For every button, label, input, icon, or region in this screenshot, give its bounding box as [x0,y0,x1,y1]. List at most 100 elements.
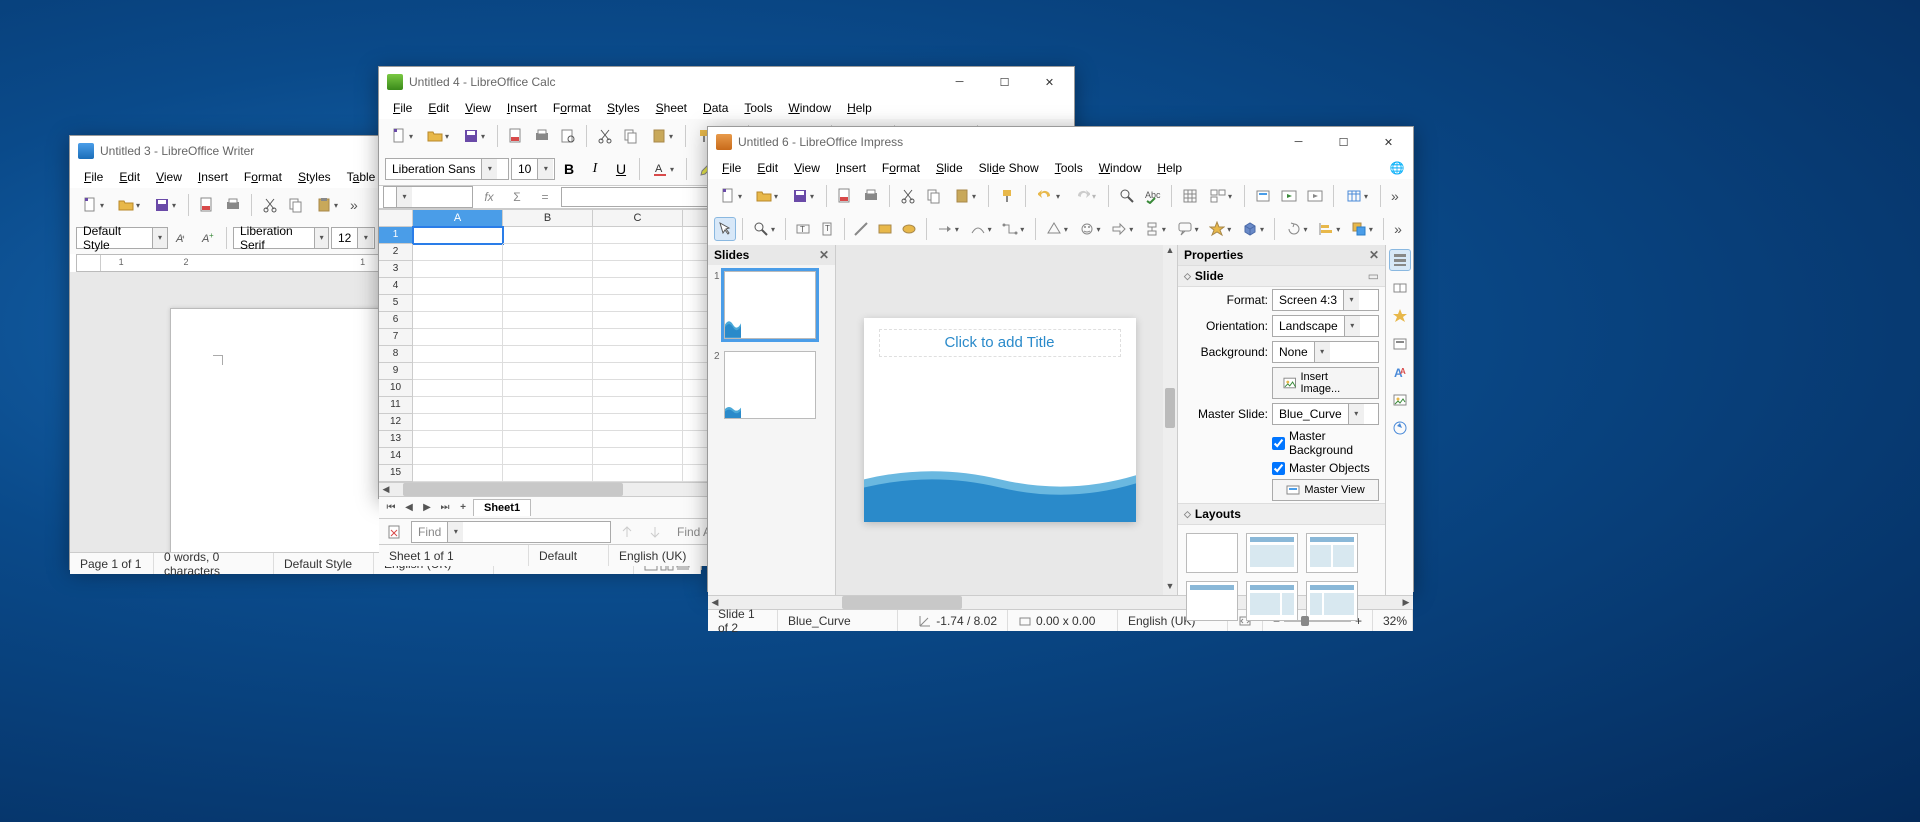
menu-edit[interactable]: Edit [749,159,786,177]
properties-tab-icon[interactable] [1389,249,1411,271]
layout-4[interactable] [1246,581,1298,621]
menu-insert[interactable]: Insert [828,159,874,177]
copy-button[interactable] [922,184,946,208]
ellipse-button[interactable] [898,217,920,241]
cell[interactable] [503,346,593,363]
block-arrows-button[interactable] [1107,217,1138,241]
status-wordcount[interactable]: 0 words, 0 characters [154,553,274,574]
cell[interactable] [413,431,503,448]
cell[interactable] [413,397,503,414]
redo-button[interactable] [1068,184,1102,208]
cell[interactable] [593,414,683,431]
maximize-button[interactable]: ☐ [982,67,1027,97]
print-button[interactable] [859,184,883,208]
menu-insert[interactable]: Insert [190,168,236,186]
menu-tools[interactable]: Tools [736,99,780,117]
cell[interactable] [593,295,683,312]
cell[interactable] [593,397,683,414]
menu-data[interactable]: Data [695,99,736,117]
master-background-checkbox[interactable]: Master Background [1272,429,1379,457]
layout-5[interactable] [1306,581,1358,621]
master-slide-button[interactable] [1251,184,1275,208]
menu-view[interactable]: View [457,99,499,117]
menu-table[interactable]: Table [339,168,384,186]
cell[interactable] [593,363,683,380]
layout-blank[interactable] [1186,533,1238,573]
status-sheet[interactable]: Sheet 1 of 1 [379,545,529,566]
status-size[interactable]: 0.00 x 0.00 [1008,610,1118,631]
menu-file[interactable]: File [76,168,111,186]
row-header-6[interactable]: 6 [379,312,413,329]
row-header-3[interactable]: 3 [379,261,413,278]
open-button[interactable] [421,124,455,148]
slide-transition-tab-icon[interactable] [1389,277,1411,299]
maximize-button[interactable]: ☐ [1321,127,1366,157]
cell[interactable] [413,346,503,363]
vertical-scrollbar[interactable]: ▲ ▼ [1163,245,1177,595]
print-button[interactable] [221,193,245,217]
menu-file[interactable]: File [714,159,749,177]
start-current-slide-button[interactable] [1303,184,1327,208]
cell[interactable] [413,329,503,346]
copy-button[interactable] [619,124,643,148]
menu-sheet[interactable]: Sheet [648,99,695,117]
cell[interactable] [503,278,593,295]
row-header-1[interactable]: 1 [379,227,413,244]
cell[interactable] [503,363,593,380]
vertical-text-button[interactable]: T [816,217,838,241]
master-view-button[interactable]: Master View [1272,479,1379,501]
save-button[interactable] [148,193,182,217]
close-button[interactable]: ✕ [1366,127,1411,157]
row-header-14[interactable]: 14 [379,448,413,465]
function-wizard-button[interactable]: fx [477,185,501,209]
basic-shapes-button[interactable] [1042,217,1073,241]
cell[interactable] [593,329,683,346]
font-name-combo[interactable]: Liberation Serif▾ [233,227,329,249]
sheet-tab-1[interactable]: Sheet1 [473,499,531,516]
find-next-button[interactable] [643,520,667,544]
toolbar-overflow-icon[interactable]: » [346,197,363,213]
row-header-15[interactable]: 15 [379,465,413,482]
cell[interactable] [593,465,683,482]
tab-prev-icon[interactable]: ◀ [401,502,417,513]
gallery-tab-icon[interactable] [1389,389,1411,411]
paste-button[interactable] [948,184,982,208]
background-combo[interactable]: None▾ [1272,341,1379,363]
row-header-9[interactable]: 9 [379,363,413,380]
toolbar-overflow-icon[interactable]: » [1390,221,1407,237]
rotate-button[interactable] [1281,217,1312,241]
cell[interactable] [413,465,503,482]
menu-help[interactable]: Help [1149,159,1190,177]
cell[interactable] [593,431,683,448]
menu-view[interactable]: View [148,168,190,186]
undo-button[interactable] [1032,184,1066,208]
cell[interactable] [593,448,683,465]
menu-tools[interactable]: Tools [1047,159,1091,177]
row-header-13[interactable]: 13 [379,431,413,448]
layout-title-2col[interactable] [1306,533,1358,573]
cell[interactable] [503,295,593,312]
symbol-shapes-button[interactable] [1074,217,1105,241]
print-button[interactable] [530,124,554,148]
3d-button[interactable] [1238,217,1269,241]
insert-table-button[interactable] [1340,184,1374,208]
cell[interactable] [593,244,683,261]
paragraph-style-combo[interactable]: Default Style▾ [76,227,168,249]
column-header-b[interactable]: B [503,210,593,226]
curves-button[interactable] [965,217,996,241]
orientation-combo[interactable]: Landscape▾ [1272,315,1379,337]
new-style-button[interactable]: A+ [196,226,220,250]
format-combo[interactable]: Screen 4:3▾ [1272,289,1379,311]
cell[interactable] [593,380,683,397]
cell-reference-combo[interactable]: ▾ [383,186,473,208]
cell[interactable] [413,295,503,312]
formula-button[interactable]: = [533,185,557,209]
tab-next-icon[interactable]: ▶ [419,502,435,513]
status-style[interactable]: Default Style [274,553,374,574]
cell[interactable] [413,448,503,465]
menu-window[interactable]: Window [1091,159,1150,177]
clone-format-button[interactable] [995,184,1019,208]
cell[interactable] [503,312,593,329]
export-pdf-button[interactable] [195,193,219,217]
current-slide[interactable]: Click to add Title [864,318,1136,522]
